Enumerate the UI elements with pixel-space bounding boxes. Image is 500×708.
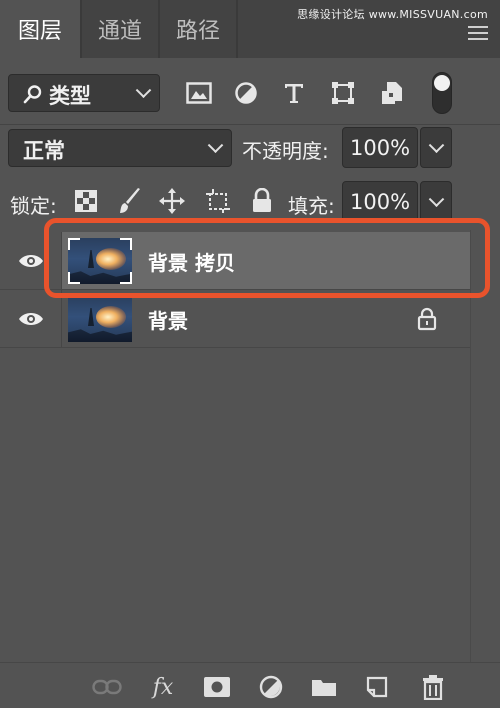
lock-artboard-icon[interactable] — [204, 186, 232, 216]
add-mask-icon[interactable] — [202, 673, 232, 701]
image-filter-icon[interactable] — [184, 78, 214, 108]
lock-transparent-pixels-icon[interactable] — [72, 186, 100, 216]
layers-bottom-toolbar: fx — [0, 662, 500, 708]
panel-menu-icon[interactable] — [468, 26, 488, 40]
layer-thumbnail[interactable] — [68, 296, 132, 342]
tab-paths[interactable]: 路径 — [160, 0, 236, 58]
watermark-text: 思缘设计论坛 www.MISSVUAN.com — [297, 8, 488, 21]
fx-icon[interactable]: fx — [148, 673, 178, 701]
blend-mode-dropdown[interactable]: 正常 — [8, 129, 232, 167]
row-divider — [0, 347, 470, 348]
lock-all-icon[interactable] — [248, 186, 276, 216]
smart-object-filter-icon[interactable] — [377, 78, 407, 108]
layer-name[interactable]: 背景 — [148, 290, 188, 348]
layer-body[interactable]: 背景 — [62, 290, 470, 348]
type-filter-icon[interactable] — [279, 78, 309, 108]
fill-input[interactable]: 100% — [342, 181, 418, 222]
eye-icon — [18, 255, 43, 267]
lock-label: 锁定: — [10, 194, 57, 218]
chevron-down-icon — [207, 137, 224, 154]
tab-layers[interactable]: 图层 — [0, 0, 80, 58]
scrollbar-track[interactable] — [470, 230, 500, 662]
layer-row[interactable]: 背景 — [0, 290, 470, 348]
eye-icon — [18, 313, 43, 325]
lock-position-icon[interactable] — [158, 186, 186, 216]
delete-layer-icon[interactable] — [418, 673, 448, 701]
search-icon — [23, 85, 42, 104]
tab-divider — [236, 0, 238, 58]
opacity-dropdown-button[interactable] — [420, 127, 452, 168]
divider — [0, 124, 500, 125]
new-layer-icon[interactable] — [362, 673, 392, 701]
blend-mode-value: 正常 — [23, 139, 65, 163]
fill-label: 填充: — [288, 194, 335, 218]
chevron-down-icon — [428, 190, 445, 207]
layer-name[interactable]: 背景 拷贝 — [148, 232, 235, 290]
layers-list: 背景 拷贝 背景 — [0, 230, 470, 662]
new-adjustment-icon[interactable] — [256, 673, 286, 701]
panel-tab-bar: 图层 通道 路径 思缘设计论坛 www.MISSVUAN.com — [0, 0, 500, 58]
filter-kind-label: 类型 — [49, 84, 91, 108]
chevron-down-icon — [135, 82, 152, 99]
tab-channels[interactable]: 通道 — [82, 0, 158, 58]
layer-row[interactable]: 背景 拷贝 — [0, 232, 470, 290]
filter-toggle-switch[interactable] — [432, 72, 452, 114]
lock-image-pixels-icon[interactable] — [116, 186, 144, 216]
layer-visibility-toggle[interactable] — [0, 290, 62, 348]
layer-visibility-toggle[interactable] — [0, 232, 62, 290]
filter-kind-dropdown[interactable]: 类型 — [8, 74, 160, 112]
new-group-icon[interactable] — [309, 673, 339, 701]
layer-lock-icon — [417, 307, 437, 331]
shape-filter-icon[interactable] — [328, 78, 358, 108]
adjustment-filter-icon[interactable] — [231, 78, 261, 108]
layer-thumbnail[interactable] — [68, 238, 132, 284]
opacity-label: 不透明度: — [242, 139, 329, 163]
toggle-knob — [434, 75, 450, 91]
fill-dropdown-button[interactable] — [420, 181, 452, 222]
link-layers-icon[interactable] — [92, 673, 122, 701]
layer-body[interactable]: 背景 拷贝 — [62, 232, 470, 290]
chevron-down-icon — [428, 136, 445, 153]
opacity-input[interactable]: 100% — [342, 127, 418, 168]
